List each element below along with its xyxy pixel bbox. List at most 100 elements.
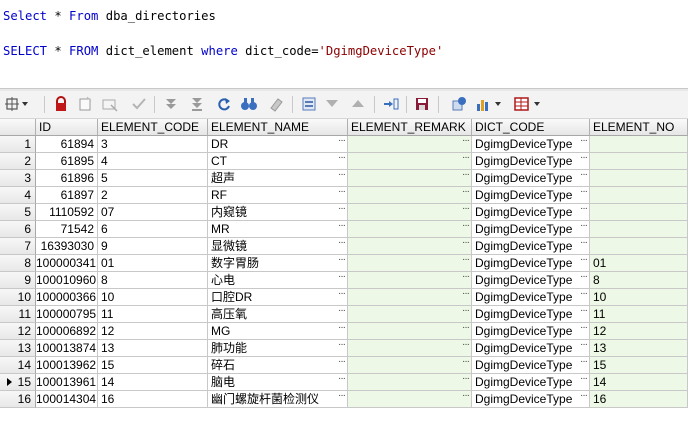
cell-element-remark[interactable]: ··· xyxy=(348,306,472,323)
last-record-icon[interactable] xyxy=(188,95,206,113)
cell-dict-code[interactable]: DgimgDeviceType ··· xyxy=(472,272,590,289)
cell-id[interactable]: 61896 xyxy=(36,170,98,187)
cell-element-remark[interactable]: ··· xyxy=(348,221,472,238)
cell-element-name[interactable]: 高压氧 ··· xyxy=(208,306,348,323)
clear-icon[interactable] xyxy=(267,95,285,113)
table-row[interactable]: 11 100000795 11 高压氧 ··· ··· DgimgDeviceType ···… xyxy=(0,306,688,323)
cell-id[interactable]: 100000795 xyxy=(36,306,98,323)
ellipsis-button[interactable]: ··· xyxy=(462,153,470,166)
table-row[interactable]: 4 61897 2 RF ··· ··· DgimgDeviceType ··· xyxy=(0,187,688,204)
ellipsis-button[interactable]: ··· xyxy=(580,272,588,285)
cell-dict-code[interactable]: DgimgDeviceType ··· xyxy=(472,391,590,408)
cell-id[interactable]: 16393030 xyxy=(36,238,98,255)
cell-element-no[interactable]: 01 xyxy=(590,255,688,272)
cell-element-no[interactable] xyxy=(590,136,688,153)
ellipsis-button[interactable]: ··· xyxy=(580,187,588,200)
filter-icon[interactable] xyxy=(323,95,341,113)
ellipsis-button[interactable]: ··· xyxy=(338,357,346,370)
cell-element-remark[interactable]: ··· xyxy=(348,323,472,340)
cell-dict-code[interactable]: DgimgDeviceType ··· xyxy=(472,136,590,153)
cell-dict-code[interactable]: DgimgDeviceType ··· xyxy=(472,170,590,187)
ellipsis-button[interactable]: ··· xyxy=(338,306,346,319)
table-row[interactable]: 10 100000366 10 口腔DR ··· ··· DgimgDeviceType ··… xyxy=(0,289,688,306)
cell-element-name[interactable]: 幽门螺旋杆菌检测仪 ··· xyxy=(208,391,348,408)
ellipsis-button[interactable]: ··· xyxy=(580,221,588,234)
table-row[interactable]: 16 100014304 16 幽门螺旋杆菌检测仪 ··· ··· DgimgDeviceT… xyxy=(0,391,688,408)
cell-element-name[interactable]: CT ··· xyxy=(208,153,348,170)
cell-element-remark[interactable]: ··· xyxy=(348,340,472,357)
table-row[interactable]: 14 100013962 15 碎石 ··· ··· DgimgDeviceType ··· 1… xyxy=(0,357,688,374)
ellipsis-button[interactable]: ··· xyxy=(338,340,346,353)
ellipsis-button[interactable]: ··· xyxy=(462,187,470,200)
ellipsis-button[interactable]: ··· xyxy=(338,374,346,387)
export-icon[interactable] xyxy=(382,95,400,113)
table-row[interactable]: 15 100013961 14 脑电 ··· ··· DgimgDeviceType ··· 1… xyxy=(0,374,688,391)
cell-element-no[interactable]: 15 xyxy=(590,357,688,374)
ellipsis-button[interactable]: ··· xyxy=(580,255,588,268)
column-header-element-code[interactable]: ELEMENT_CODE xyxy=(98,119,208,136)
cell-element-name[interactable]: 口腔DR ··· xyxy=(208,289,348,306)
ellipsis-button[interactable]: ··· xyxy=(338,204,346,217)
ellipsis-button[interactable]: ··· xyxy=(580,289,588,302)
cell-element-no[interactable]: 14 xyxy=(590,374,688,391)
ellipsis-button[interactable]: ··· xyxy=(338,323,346,336)
post-icon[interactable] xyxy=(130,95,148,113)
ellipsis-button[interactable]: ··· xyxy=(462,204,470,217)
cell-element-name[interactable]: RF ··· xyxy=(208,187,348,204)
cell-element-remark[interactable]: ··· xyxy=(348,170,472,187)
cell-element-no[interactable] xyxy=(590,187,688,204)
cell-element-code[interactable]: 3 xyxy=(98,136,208,153)
cell-element-remark[interactable]: ··· xyxy=(348,136,472,153)
ellipsis-button[interactable]: ··· xyxy=(462,221,470,234)
cell-element-no[interactable]: 8 xyxy=(590,272,688,289)
table-row[interactable]: 3 61896 5 超声 ··· ··· DgimgDeviceType ··· xyxy=(0,170,688,187)
ellipsis-button[interactable]: ··· xyxy=(462,289,470,302)
ellipsis-button[interactable]: ··· xyxy=(462,170,470,183)
refresh-icon[interactable] xyxy=(215,95,233,113)
column-header-id[interactable]: ID xyxy=(36,119,98,136)
cell-dict-code[interactable]: DgimgDeviceType ··· xyxy=(472,221,590,238)
cell-element-no[interactable] xyxy=(590,221,688,238)
query-icon[interactable] xyxy=(300,95,318,113)
cell-element-code[interactable]: 12 xyxy=(98,323,208,340)
table-row[interactable]: 2 61895 4 CT ··· ··· DgimgDeviceType ··· xyxy=(0,153,688,170)
ellipsis-button[interactable]: ··· xyxy=(462,340,470,353)
cell-id[interactable]: 61897 xyxy=(36,187,98,204)
cell-element-remark[interactable]: ··· xyxy=(348,255,472,272)
table-row[interactable]: 9 100010960 8 心电 ··· ··· DgimgDeviceType ··· 8 xyxy=(0,272,688,289)
cell-element-remark[interactable]: ··· xyxy=(348,272,472,289)
find-icon[interactable] xyxy=(240,95,258,113)
sql-line-2[interactable]: SELECT * FROM dict_element where dict_co… xyxy=(3,44,443,58)
cell-id[interactable]: 71542 xyxy=(36,221,98,238)
ellipsis-button[interactable]: ··· xyxy=(338,255,346,268)
cell-element-code[interactable]: 4 xyxy=(98,153,208,170)
cell-element-no[interactable]: 11 xyxy=(590,306,688,323)
cell-element-remark[interactable]: ··· xyxy=(348,187,472,204)
cell-element-remark[interactable]: ··· xyxy=(348,289,472,306)
cell-element-code[interactable]: 8 xyxy=(98,272,208,289)
cell-id[interactable]: 61895 xyxy=(36,153,98,170)
ellipsis-button[interactable]: ··· xyxy=(338,238,346,251)
cell-element-name[interactable]: 数字胃肠 ··· xyxy=(208,255,348,272)
ellipsis-button[interactable]: ··· xyxy=(580,204,588,217)
cell-element-name[interactable]: 内窥镜 ··· xyxy=(208,204,348,221)
cell-element-name[interactable]: 肺功能 ··· xyxy=(208,340,348,357)
ellipsis-button[interactable]: ··· xyxy=(338,272,346,285)
ellipsis-button[interactable]: ··· xyxy=(462,323,470,336)
cell-id[interactable]: 1110592 xyxy=(36,204,98,221)
cell-dict-code[interactable]: DgimgDeviceType ··· xyxy=(472,238,590,255)
ellipsis-button[interactable]: ··· xyxy=(338,289,346,302)
ellipsis-button[interactable]: ··· xyxy=(462,357,470,370)
ellipsis-button[interactable]: ··· xyxy=(338,153,346,166)
ellipsis-button[interactable]: ··· xyxy=(580,170,588,183)
cell-id[interactable]: 100006892 xyxy=(36,323,98,340)
cell-id[interactable]: 61894 xyxy=(36,136,98,153)
ellipsis-button[interactable]: ··· xyxy=(462,272,470,285)
ellipsis-button[interactable]: ··· xyxy=(580,153,588,166)
grid-icon[interactable] xyxy=(4,95,30,113)
ellipsis-button[interactable]: ··· xyxy=(338,136,346,149)
ellipsis-button[interactable]: ··· xyxy=(462,306,470,319)
cell-id[interactable]: 100013874 xyxy=(36,340,98,357)
ellipsis-button[interactable]: ··· xyxy=(580,357,588,370)
cell-element-code[interactable]: 16 xyxy=(98,391,208,408)
